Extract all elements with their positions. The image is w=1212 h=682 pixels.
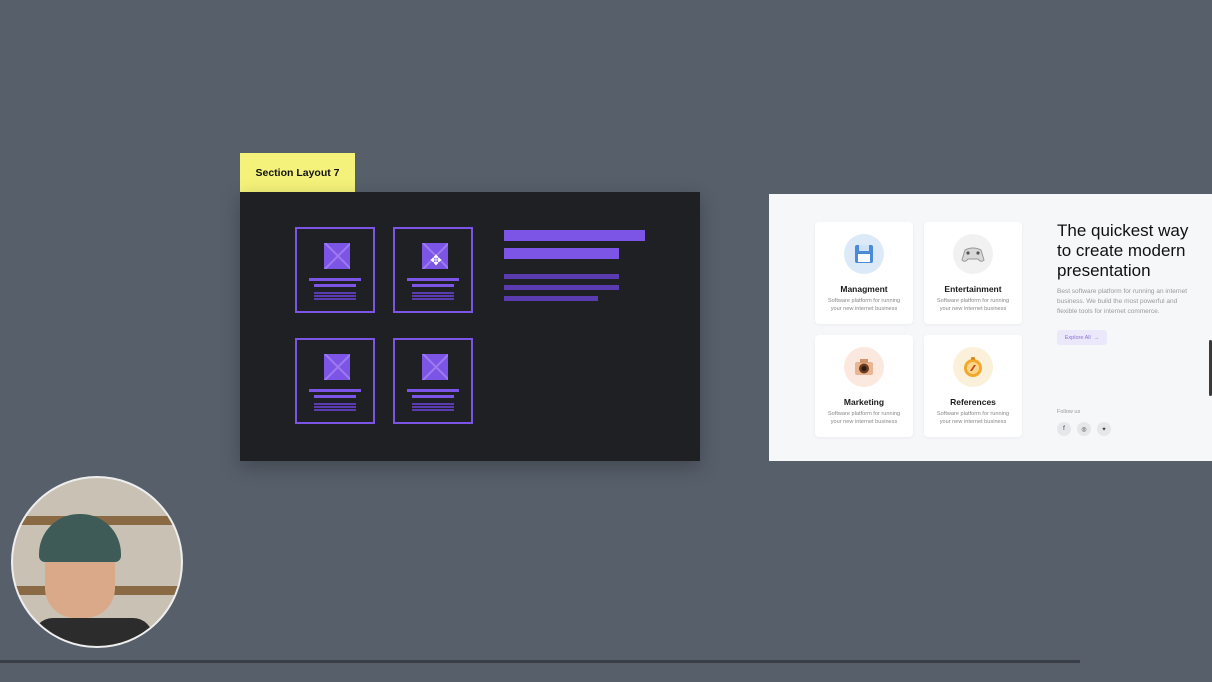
wireframe-title-line bbox=[412, 284, 454, 287]
gamepad-icon bbox=[953, 234, 993, 274]
feature-card: Entertainment Software platform for runn… bbox=[924, 222, 1022, 324]
floppy-disk-icon bbox=[844, 234, 884, 274]
wireframe-text-line bbox=[412, 298, 454, 300]
facebook-icon[interactable]: f bbox=[1057, 422, 1071, 436]
wireframe-text-bar bbox=[504, 285, 619, 290]
explore-all-label: Explore All bbox=[1064, 334, 1091, 341]
wireframe-text-line bbox=[314, 403, 356, 405]
wireframe-text-line bbox=[412, 409, 454, 411]
wireframe-feature-box bbox=[295, 227, 375, 313]
wireframe-feature-box bbox=[295, 338, 375, 424]
wireframe-image-placeholder bbox=[324, 354, 350, 380]
wireframe-image-placeholder bbox=[422, 354, 448, 380]
wireframe-title-line bbox=[309, 389, 361, 392]
twitter-icon[interactable]: ✦ bbox=[1097, 422, 1111, 436]
wireframe-title-line bbox=[314, 395, 356, 398]
wireframe-heading-bar bbox=[504, 248, 619, 259]
follow-us-label: Follow us bbox=[1057, 409, 1081, 415]
feature-title: Entertainment bbox=[944, 284, 1002, 294]
wireframe-title-line bbox=[314, 284, 356, 287]
hero-title: The quickest way to create modern presen… bbox=[1057, 221, 1189, 280]
wireframe-layout-card[interactable] bbox=[240, 192, 700, 461]
wireframe-text-line bbox=[412, 403, 454, 405]
wireframe-text-line bbox=[412, 406, 454, 408]
wireframe-title-line bbox=[407, 278, 459, 281]
wireframe-heading-bar bbox=[504, 230, 645, 241]
wireframe-text-bar bbox=[504, 274, 619, 279]
wireframe-image-placeholder bbox=[324, 243, 350, 269]
camera-icon bbox=[844, 347, 884, 387]
wireframe-title-line bbox=[407, 389, 459, 392]
hero-description: Best software platform for running an in… bbox=[1057, 288, 1188, 315]
move-cursor-icon: ✥ bbox=[430, 252, 442, 268]
wireframe-text-line bbox=[314, 292, 356, 294]
explore-all-button[interactable]: Explore All → bbox=[1057, 330, 1107, 345]
wireframe-text-line bbox=[412, 292, 454, 294]
compass-icon bbox=[953, 347, 993, 387]
layout-preview-card[interactable]: Managment Software platform for running … bbox=[769, 194, 1212, 461]
wireframe-title-line bbox=[412, 395, 454, 398]
feature-title: Managment bbox=[840, 284, 888, 294]
feature-description: Software platform for running your new i… bbox=[936, 411, 1010, 425]
wireframe-text-line bbox=[314, 295, 356, 297]
feature-title: Marketing bbox=[843, 397, 885, 407]
presenter-shirt bbox=[33, 618, 153, 646]
wireframe-text-line bbox=[314, 406, 356, 408]
feature-title: References bbox=[950, 397, 996, 407]
feature-card: Managment Software platform for running … bbox=[815, 222, 913, 324]
wireframe-feature-box bbox=[393, 338, 473, 424]
video-progress-fill bbox=[0, 660, 1080, 663]
wireframe-text-bar bbox=[504, 296, 598, 301]
wireframe-text-line bbox=[314, 409, 356, 411]
arrow-right-icon: → bbox=[1093, 334, 1100, 341]
wireframe-title-line bbox=[309, 278, 361, 281]
feature-description: Software platform for running your new i… bbox=[936, 298, 1010, 312]
wireframe-feature-box bbox=[393, 227, 473, 313]
feature-card: References Software platform for running… bbox=[924, 335, 1022, 437]
section-layout-label: Section Layout 7 bbox=[240, 153, 355, 193]
video-progress-bar[interactable] bbox=[0, 660, 1080, 663]
feature-description: Software platform for running your new i… bbox=[827, 411, 901, 425]
wireframe-text-line bbox=[314, 298, 356, 300]
feature-description: Software platform for running your new i… bbox=[827, 298, 901, 312]
webcam-overlay bbox=[11, 476, 183, 648]
feature-card: Marketing Software platform for running … bbox=[815, 335, 913, 437]
instagram-icon[interactable]: ◎ bbox=[1077, 422, 1091, 436]
wireframe-text-line bbox=[412, 295, 454, 297]
